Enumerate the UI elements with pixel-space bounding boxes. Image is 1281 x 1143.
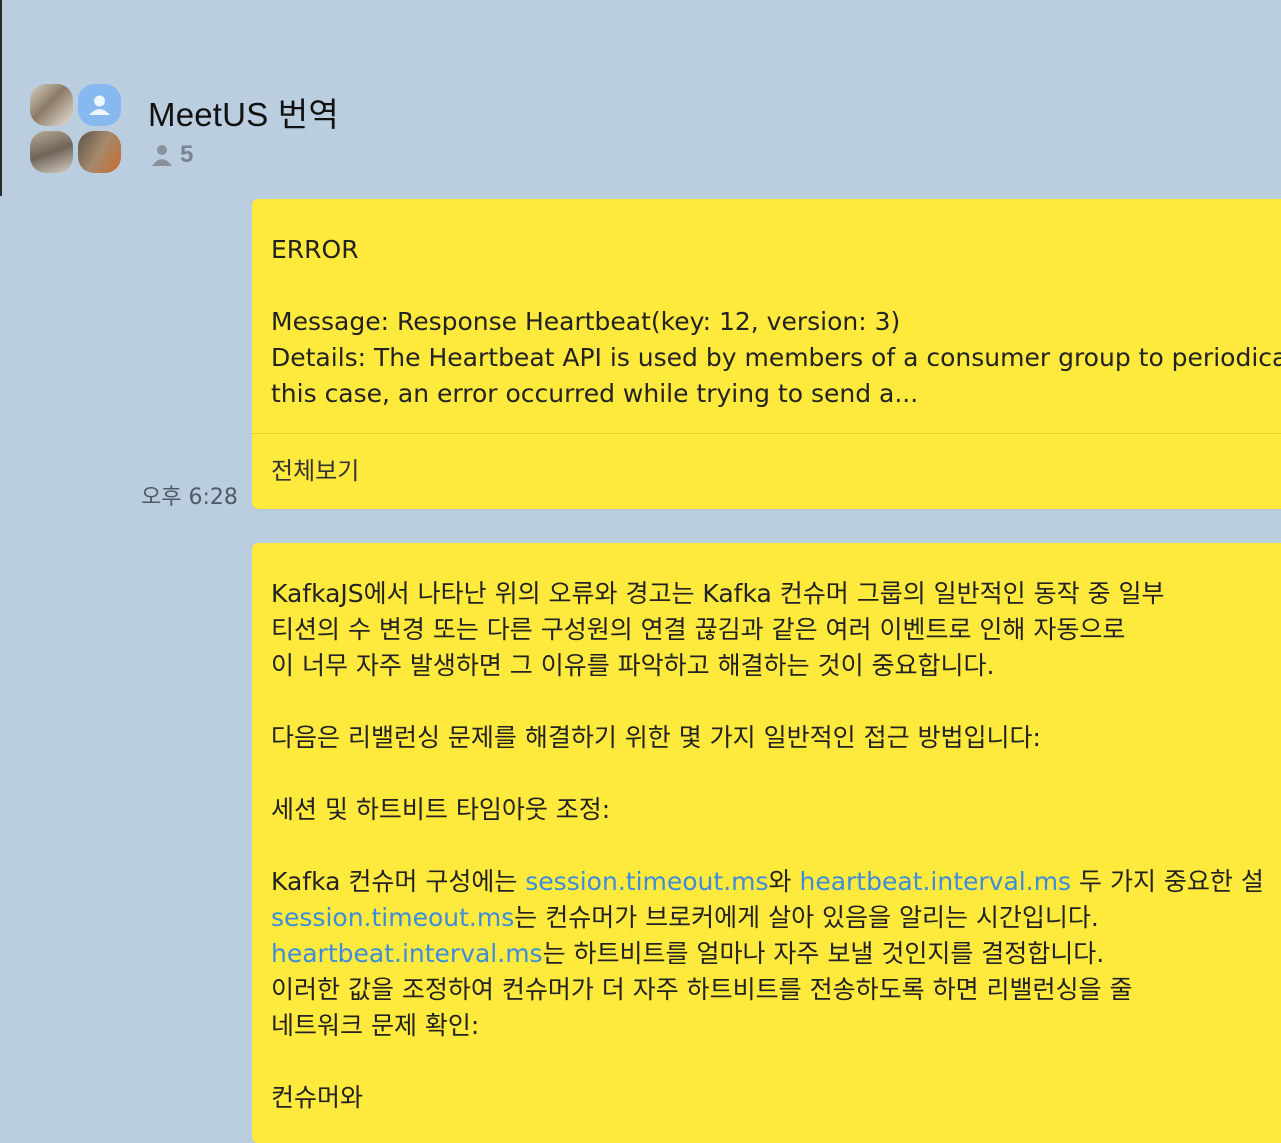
message-line: 다음은 리밸런싱 문제를 해결하기 위한 몇 가지 일반적인 접근 방법입니다:	[271, 723, 1041, 752]
message-line: 티션의 수 변경 또는 다른 구성원의 연결 끊김과 같은 여러 이벤트로 인해…	[271, 615, 1126, 644]
message-bubble[interactable]: KafkaJS에서 나타난 위의 오류와 경고는 Kafka 컨슈머 그룹의 일…	[252, 543, 1281, 1143]
message-line: ERROR	[271, 235, 359, 264]
person-icon	[89, 95, 110, 115]
config-link[interactable]: heartbeat.interval.ms	[799, 867, 1071, 896]
message-bubble[interactable]: ERROR Message: Response Heartbeat(key: 1…	[252, 199, 1281, 509]
text-span: 와	[768, 867, 800, 896]
message-line: Message: Response Heartbeat(key: 12, ver…	[271, 307, 901, 336]
text-span: 는 컨슈머가 브로커에게 살아 있음을 알리는 시간입니다.	[514, 903, 1099, 932]
member-avatar-default	[78, 84, 121, 126]
config-link[interactable]: session.timeout.ms	[525, 867, 768, 896]
message-line	[271, 828, 1264, 864]
member-avatar	[78, 131, 121, 173]
message-line: heartbeat.interval.ms는 하트비트를 얼마나 자주 보낼 것…	[271, 936, 1264, 972]
text-span: 두 가지 중요한 설	[1071, 867, 1264, 896]
message-line: 세션 및 하트비트 타임아웃 조정:	[271, 795, 611, 824]
message-line: Details: The Heartbeat API is used by me…	[271, 343, 1281, 372]
member-avatar	[30, 131, 73, 173]
text-span: Kafka 컨슈머 구성에는	[271, 867, 526, 896]
message-body: KafkaJS에서 나타난 위의 오류와 경고는 Kafka 컨슈머 그룹의 일…	[271, 576, 1264, 1116]
message-line: Kafka 컨슈머 구성에는 session.timeout.ms와 heart…	[271, 864, 1264, 900]
group-avatar[interactable]	[30, 84, 122, 174]
view-all-button[interactable]: 전체보기	[271, 453, 359, 489]
message-timestamp: 오후 6:28	[141, 485, 238, 510]
member-avatar	[30, 84, 73, 126]
message-body: ERROR Message: Response Heartbeat(key: 1…	[271, 232, 1281, 412]
chat-title: MeetUS 번역	[148, 96, 339, 133]
message-line: KafkaJS에서 나타난 위의 오류와 경고는 Kafka 컨슈머 그룹의 일…	[271, 579, 1165, 608]
message-line	[271, 756, 1264, 792]
member-count: 5	[180, 141, 194, 168]
config-link[interactable]: session.timeout.ms	[271, 903, 514, 932]
message-line	[271, 684, 1264, 720]
member-count-button[interactable]: 5	[150, 141, 193, 169]
bubble-divider	[252, 433, 1281, 434]
message-line: 이러한 값을 조정하여 컨슈머가 더 자주 하트비트를 전송하도록 하면 리밸런…	[271, 975, 1133, 1004]
message-line	[271, 268, 1281, 304]
person-icon	[152, 145, 172, 166]
message-line: session.timeout.ms는 컨슈머가 브로커에게 살아 있음을 알리…	[271, 900, 1264, 936]
message-line: 컨슈머와	[271, 1083, 364, 1112]
chat-header: MeetUS 번역 5	[0, 0, 1281, 196]
message-line: 이 너무 자주 발생하면 그 이유를 파악하고 해결하는 것이 중요합니다.	[271, 651, 995, 680]
config-link[interactable]: heartbeat.interval.ms	[271, 939, 543, 968]
message-line: 네트워크 문제 확인:	[271, 1011, 480, 1040]
message-line: this case, an error occurred while tryin…	[271, 379, 919, 408]
text-span: 는 하트비트를 얼마나 자주 보낼 것인지를 결정합니다.	[542, 939, 1105, 968]
message-line	[271, 1044, 1264, 1080]
